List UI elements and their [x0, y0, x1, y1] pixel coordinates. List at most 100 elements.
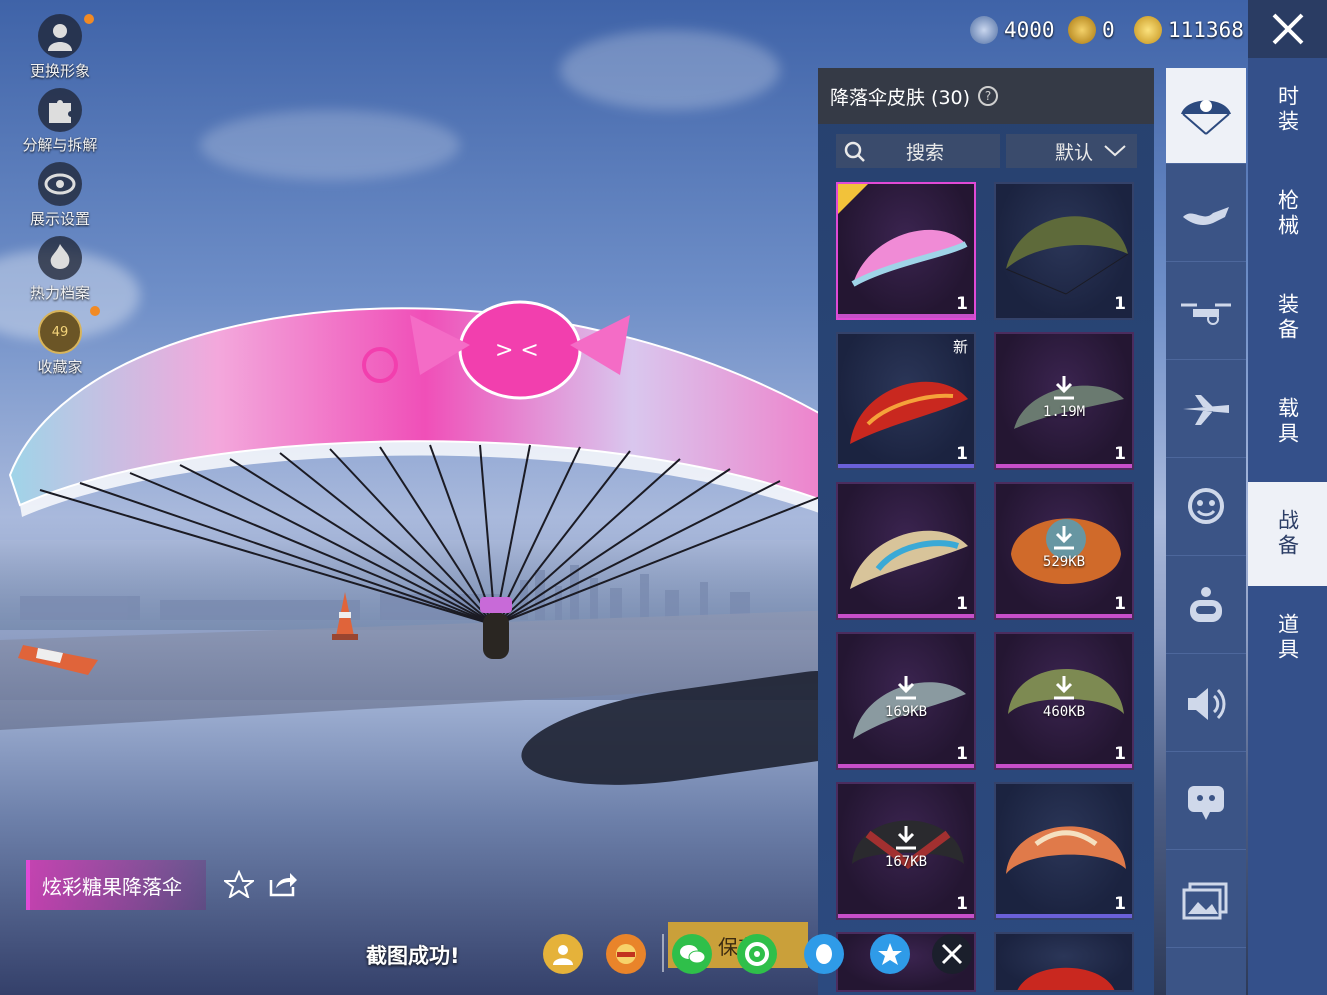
item-count: 1 — [956, 894, 968, 914]
category-sidebar — [1166, 68, 1246, 995]
item-card[interactable]: 167KB 1 — [836, 782, 976, 920]
category-plane[interactable] — [1166, 362, 1246, 458]
help-icon[interactable]: ? — [978, 86, 999, 106]
divider — [662, 934, 664, 972]
menu-label: 收藏家 — [37, 358, 83, 376]
search-label: 搜索 — [906, 141, 945, 164]
item-name: 炫彩糖果降落伞 — [42, 874, 182, 899]
decompose-button[interactable]: 分解与拆解 — [14, 88, 106, 162]
menu-label: 展示设置 — [29, 210, 90, 228]
currency-ag[interactable]: 0 — [1068, 10, 1115, 50]
item-count: 1 — [956, 294, 968, 314]
category-companion[interactable] — [1166, 558, 1246, 654]
download-size: 169KB — [884, 704, 928, 720]
parachute-thumb — [1017, 967, 1115, 990]
search-box[interactable]: 搜索 — [836, 134, 1000, 168]
bp-coin-icon — [1134, 16, 1162, 44]
moments-icon — [745, 942, 769, 966]
share-game-button[interactable] — [606, 934, 646, 974]
eye-icon — [38, 162, 82, 206]
inventory-panel: 降落伞皮肤 (30) ? 搜索 默认 1 1 新 1 1.19M 1 1 529… — [818, 68, 1154, 995]
notification-dot — [84, 14, 94, 24]
rarity-bar — [838, 764, 974, 768]
close-button[interactable] — [1248, 0, 1327, 58]
equipped-check-icon — [838, 184, 868, 214]
puzzle-icon — [38, 88, 82, 132]
rarity-bar — [996, 464, 1132, 468]
tab-vehicles[interactable]: 载具 — [1248, 370, 1327, 474]
close-share-button[interactable] — [932, 934, 972, 974]
close-icon — [1272, 13, 1303, 45]
new-badge: 新 — [952, 338, 968, 356]
tab-equipment[interactable]: 装备 — [1248, 266, 1327, 370]
item-card[interactable]: 529KB 1 — [994, 482, 1134, 620]
download-overlay: 529KB — [996, 524, 1132, 570]
game-logo-icon — [616, 944, 636, 964]
menu-label: 更换形象 — [29, 62, 90, 80]
item-card[interactable] — [994, 932, 1134, 992]
item-count: 1 — [1114, 744, 1126, 764]
tab-label: 道具 — [1275, 613, 1300, 663]
collector-button[interactable]: 49 收藏家 — [14, 306, 106, 384]
emote-face-icon — [1188, 487, 1224, 524]
sort-label: 默认 — [1054, 141, 1093, 164]
share-qzone-button[interactable] — [870, 934, 910, 974]
category-emote[interactable] — [1166, 460, 1246, 556]
download-icon — [896, 676, 916, 700]
drone-icon — [1181, 303, 1231, 325]
share-wechat-button[interactable] — [672, 934, 712, 974]
item-card[interactable]: 460KB 1 — [994, 632, 1134, 770]
chat-bubble-icon — [1188, 785, 1224, 820]
rarity-bar — [838, 614, 974, 618]
tab-items[interactable]: 道具 — [1248, 586, 1327, 690]
menu-label: 分解与拆解 — [22, 136, 98, 154]
download-overlay: 1.19M — [996, 374, 1132, 420]
panel-header: 降落伞皮肤 (30) ? — [818, 68, 1154, 124]
item-card[interactable]: 1.19M 1 — [994, 332, 1134, 470]
cloud — [560, 30, 780, 110]
star-favorite-icon[interactable] — [224, 870, 254, 898]
parachute-model: > < — [8, 300, 840, 659]
category-chat[interactable] — [1166, 754, 1246, 850]
tab-battle-gear[interactable]: 战备 — [1248, 482, 1327, 586]
category-drone[interactable] — [1166, 264, 1246, 360]
item-card[interactable]: 1 — [836, 482, 976, 620]
category-parachute[interactable] — [1166, 68, 1246, 164]
ag-coin-icon — [1068, 16, 1096, 44]
item-card[interactable]: 1 — [994, 782, 1134, 920]
share-moments-button[interactable] — [737, 934, 777, 974]
item-card[interactable]: 1 — [836, 182, 976, 320]
category-voice[interactable] — [1166, 656, 1246, 752]
tab-outfit[interactable]: 时装 — [1248, 58, 1327, 162]
currency-bp[interactable]: 111368 — [1134, 10, 1244, 50]
share-qq-button[interactable] — [804, 934, 844, 974]
skydiver-icon — [1183, 206, 1229, 225]
item-card[interactable]: 1 — [994, 182, 1134, 320]
share-icon[interactable] — [268, 870, 298, 898]
item-card[interactable]: 新 1 — [836, 332, 976, 470]
rarity-bar — [838, 314, 974, 318]
item-count: 1 — [956, 744, 968, 764]
download-size: 529KB — [1042, 554, 1086, 570]
avatar-icon — [38, 14, 82, 58]
speaker-icon — [1188, 687, 1226, 720]
download-icon — [1054, 676, 1074, 700]
currency-value: 0 — [1102, 18, 1115, 42]
display-settings-button[interactable]: 展示设置 — [14, 162, 106, 236]
currency-silver[interactable]: 4000 — [970, 10, 1055, 50]
sort-dropdown[interactable]: 默认 — [1006, 134, 1137, 168]
item-card[interactable]: 169KB 1 — [836, 632, 976, 770]
wechat-icon — [680, 945, 706, 964]
silver-coin-icon — [970, 16, 998, 44]
download-icon — [1054, 376, 1074, 400]
category-gallery[interactable] — [1166, 852, 1246, 948]
tab-label: 战备 — [1275, 509, 1300, 559]
left-menu: 更换形象 分解与拆解 展示设置 热力档案 49 收藏家 — [14, 14, 106, 384]
rarity-bar — [996, 764, 1132, 768]
share-friend-button[interactable] — [543, 934, 583, 974]
download-icon — [896, 826, 916, 850]
tab-weapons[interactable]: 枪械 — [1248, 162, 1327, 266]
category-skydive[interactable] — [1166, 166, 1246, 262]
change-avatar-button[interactable]: 更换形象 — [14, 14, 106, 88]
heat-profile-button[interactable]: 热力档案 — [14, 236, 106, 310]
